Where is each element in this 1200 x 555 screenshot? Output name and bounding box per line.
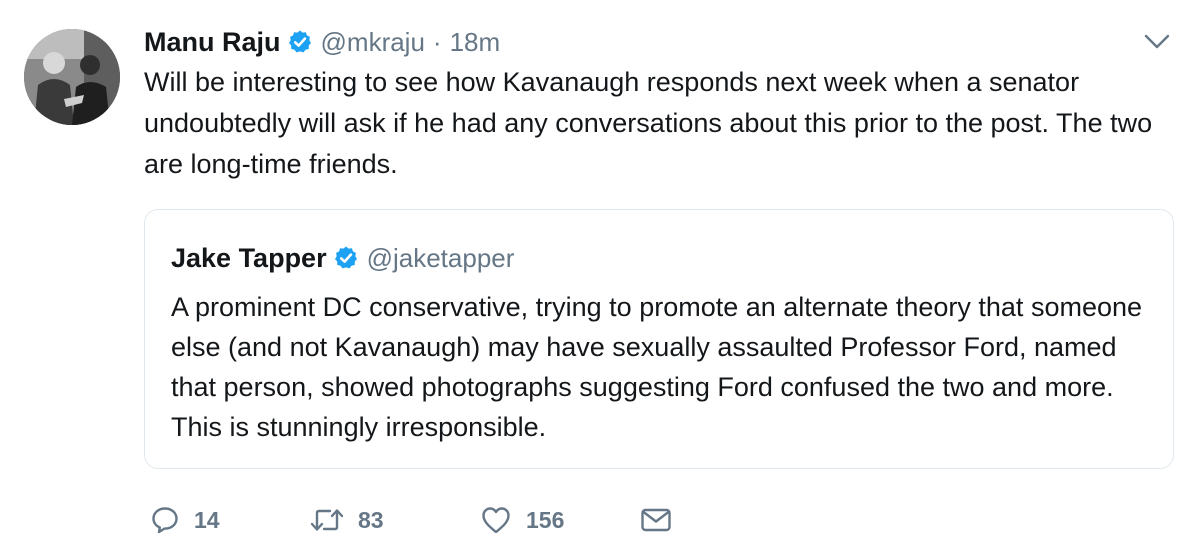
heart-icon <box>480 505 512 535</box>
verified-badge-icon <box>287 29 313 55</box>
chevron-down-icon[interactable] <box>1144 34 1170 50</box>
reply-button[interactable]: 14 <box>150 500 220 540</box>
quoted-author-display-name: Jake Tapper <box>171 242 327 273</box>
envelope-icon <box>640 506 672 534</box>
quoted-tweet[interactable]: Jake Tapper @jaketapper A prominent DC c… <box>144 209 1174 469</box>
direct-message-button[interactable] <box>640 500 672 540</box>
retweet-count: 83 <box>358 506 384 533</box>
separator-dot: · <box>432 26 442 57</box>
tweet-header: Manu Raju @mkraju · 18m <box>144 22 500 62</box>
reply-bubble-icon <box>150 505 180 535</box>
avatar[interactable] <box>24 29 120 125</box>
tweet-text: Will be interesting to see how Kavanaugh… <box>144 67 1153 179</box>
tweet-actions: 14 83 156 <box>150 500 710 540</box>
retweet-icon <box>310 505 344 535</box>
tweet-card: Manu Raju @mkraju · 18m Will be interest… <box>0 0 1200 555</box>
quoted-tweet-text: A prominent DC conservative, trying to p… <box>171 292 1143 442</box>
author-display-name[interactable]: Manu Raju <box>144 27 281 58</box>
reply-count: 14 <box>194 506 220 533</box>
like-count: 156 <box>526 506 565 533</box>
tweet-timestamp[interactable]: 18m <box>450 27 501 58</box>
author-handle[interactable]: @mkraju <box>321 27 425 58</box>
verified-badge-icon <box>333 245 359 271</box>
quoted-tweet-header: Jake Tapper @jaketapper <box>171 238 514 278</box>
quoted-author-handle: @jaketapper <box>366 242 515 273</box>
like-button[interactable]: 156 <box>480 500 564 540</box>
retweet-button[interactable]: 83 <box>310 500 384 540</box>
avatar-photo <box>24 29 120 125</box>
